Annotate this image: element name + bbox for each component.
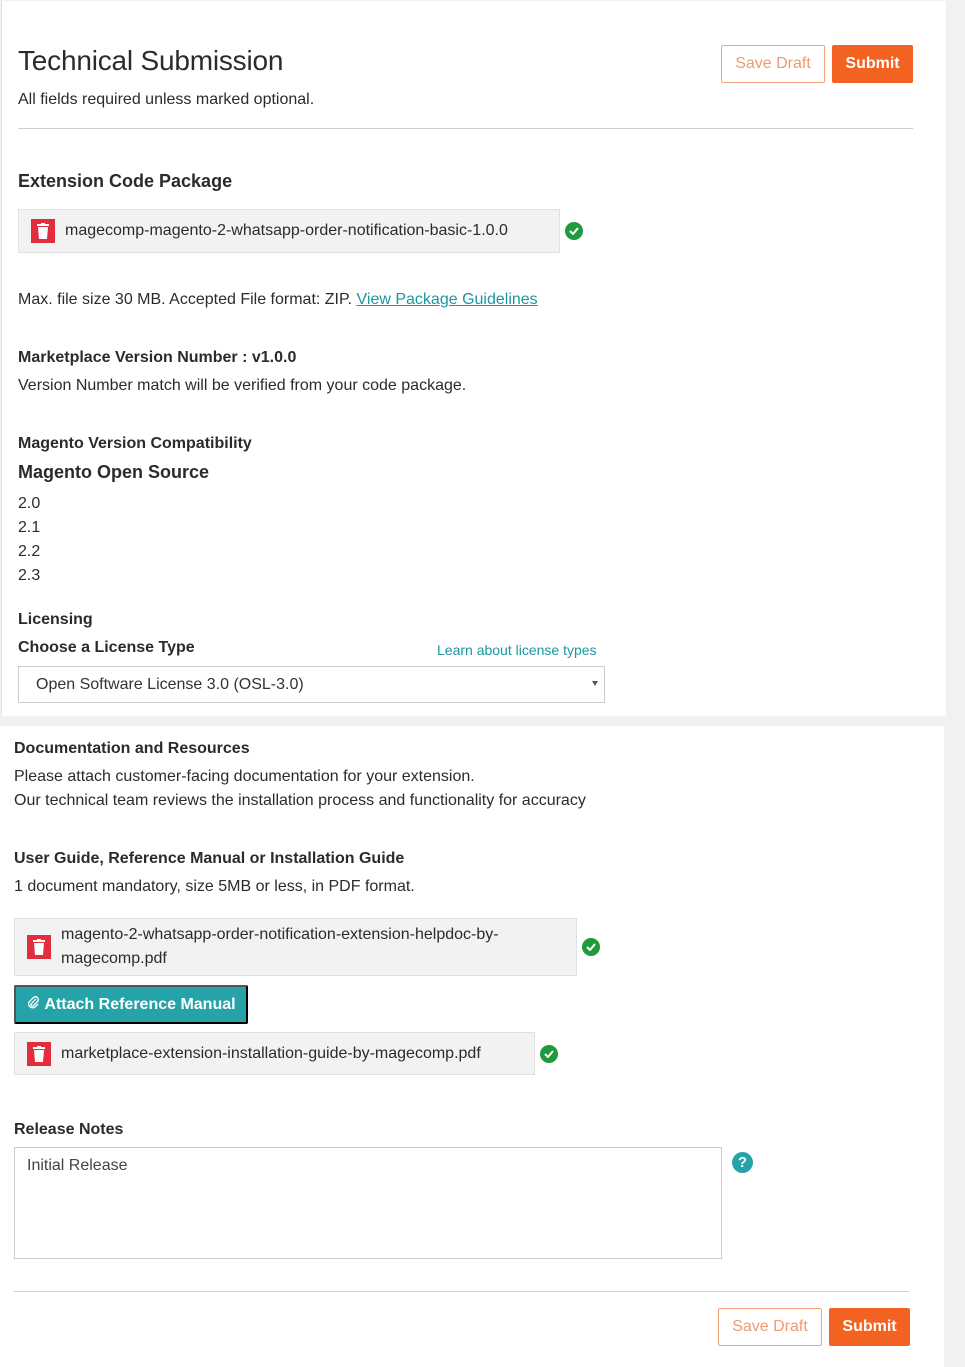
help-question-icon[interactable]: ? bbox=[732, 1152, 753, 1173]
doc-file-name: marketplace-extension-installation-guide… bbox=[61, 1044, 481, 1062]
release-notes-heading: Release Notes bbox=[14, 1121, 124, 1138]
compat-version: 2.2 bbox=[18, 543, 41, 560]
success-check-icon bbox=[540, 1045, 558, 1063]
save-draft-button-bottom[interactable]: Save Draft bbox=[718, 1308, 822, 1346]
submit-button-top[interactable]: Submit bbox=[832, 45, 913, 83]
success-check-icon bbox=[565, 222, 583, 240]
package-info-text: Max. file size 30 MB. Accepted File form… bbox=[18, 291, 353, 308]
technical-submission-panel: Technical Submission All fields required… bbox=[1, 1, 946, 716]
doc-file-row: magento-2-whatsapp-order-notification-ex… bbox=[14, 918, 577, 976]
documentation-line2: Our technical team reviews the installat… bbox=[14, 792, 586, 809]
page-subtitle: All fields required unless marked option… bbox=[18, 91, 315, 108]
compatibility-edition: Magento Open Source bbox=[18, 462, 210, 482]
version-note: Version Number match will be verified fr… bbox=[18, 377, 467, 394]
compat-version: 2.3 bbox=[18, 567, 41, 584]
delete-trash-icon[interactable] bbox=[31, 219, 55, 243]
attach-label: Attach Reference Manual bbox=[44, 995, 236, 1013]
header-divider bbox=[18, 128, 913, 129]
delete-trash-icon[interactable] bbox=[27, 1041, 51, 1066]
compatibility-heading: Magento Version Compatibility bbox=[18, 435, 252, 452]
page-title: Technical Submission bbox=[18, 45, 284, 76]
guide-heading: User Guide, Reference Manual or Installa… bbox=[14, 850, 405, 867]
package-file-name: magecomp-magento-2-whatsapp-order-notifi… bbox=[65, 222, 508, 239]
paperclip-icon bbox=[26, 995, 40, 1014]
dropdown-arrow-icon bbox=[592, 681, 598, 686]
release-notes-textarea[interactable]: Initial Release bbox=[14, 1147, 722, 1259]
delete-trash-icon[interactable] bbox=[27, 935, 51, 959]
success-check-icon bbox=[582, 938, 600, 956]
view-package-guidelines-link[interactable]: View Package Guidelines bbox=[357, 291, 538, 308]
package-info: Max. file size 30 MB. Accepted File form… bbox=[18, 291, 538, 309]
version-number-label: Marketplace Version Number : v1.0.0 bbox=[18, 349, 297, 366]
license-type-selected: Open Software License 3.0 (OSL-3.0) bbox=[36, 675, 304, 693]
doc-file-row: marketplace-extension-installation-guide… bbox=[14, 1032, 535, 1075]
save-draft-button-top[interactable]: Save Draft bbox=[721, 45, 825, 83]
licensing-heading: Licensing bbox=[18, 611, 93, 628]
license-type-label: Choose a License Type bbox=[18, 639, 195, 656]
documentation-heading: Documentation and Resources bbox=[14, 740, 250, 757]
documentation-line1: Please attach customer-facing documentat… bbox=[14, 768, 475, 785]
extension-package-heading: Extension Code Package bbox=[18, 171, 233, 191]
learn-license-types-link[interactable]: Learn about license types bbox=[437, 642, 597, 658]
attach-reference-manual-button[interactable]: Attach Reference Manual bbox=[14, 985, 248, 1024]
doc-file-name: magento-2-whatsapp-order-notification-ex… bbox=[61, 926, 499, 967]
footer-divider bbox=[14, 1291, 909, 1292]
submit-button-bottom[interactable]: Submit bbox=[829, 1308, 910, 1346]
package-file-row: magecomp-magento-2-whatsapp-order-notifi… bbox=[18, 209, 560, 253]
compat-version: 2.0 bbox=[18, 495, 41, 512]
license-type-select[interactable]: Open Software License 3.0 (OSL-3.0) bbox=[18, 666, 605, 703]
guide-note: 1 document mandatory, size 5MB or less, … bbox=[14, 878, 415, 895]
compat-version: 2.1 bbox=[18, 519, 41, 536]
